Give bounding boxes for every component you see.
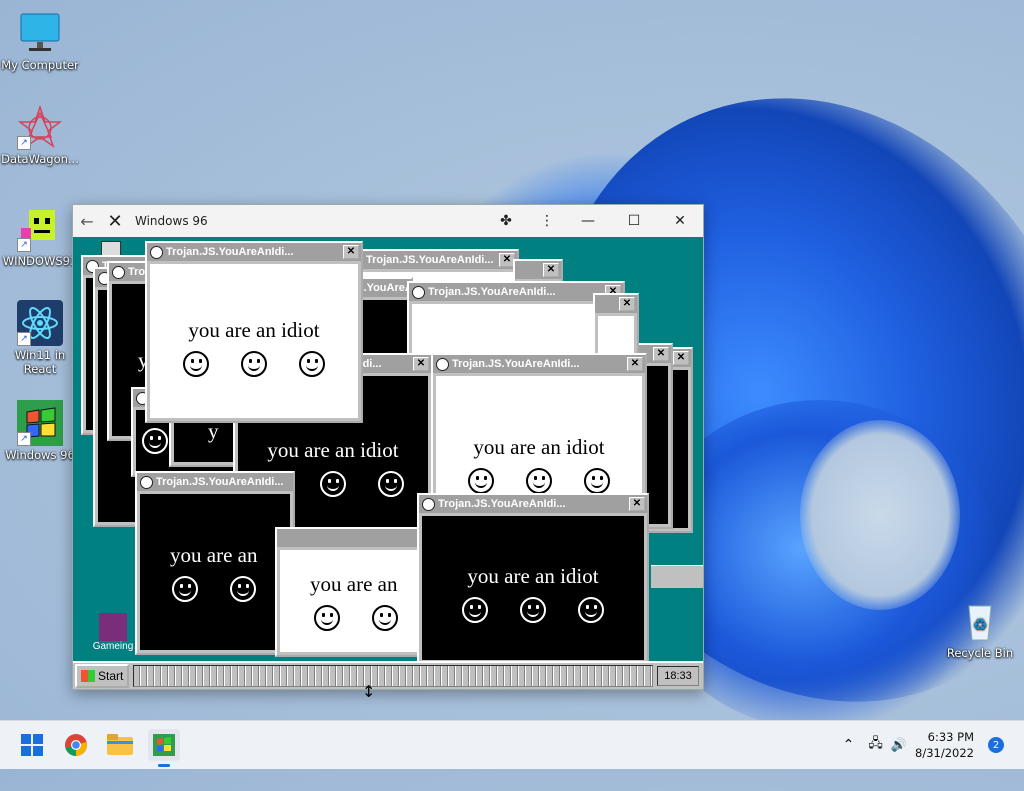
w96-icon-gameing[interactable]: Gameing [87,613,139,652]
svg-text:♻: ♻ [973,615,987,634]
file-explorer-icon[interactable] [104,729,136,761]
smiley-row [468,467,610,494]
recycle-bin-icon: ♻ [957,598,1003,644]
taskbar-clock[interactable]: 6:33 PM 8/31/2022 [915,729,974,761]
maximize-button[interactable]: ☐ [611,205,657,237]
desktop-icon-win11-react[interactable]: ↗ Win11 in React [0,300,80,376]
windows96-taskbar-icon[interactable] [148,729,180,767]
popup-message: you are an idiot [473,434,605,459]
smiley-icon [520,596,546,623]
smiley-icon [241,350,267,377]
close-x-icon[interactable]: ✕ [101,207,129,235]
popup-window[interactable]: you are an [275,527,425,657]
popup-window[interactable]: Trojan.JS.YouAreAnIdi... you are an [135,471,295,655]
popup-close-button[interactable]: ✕ [413,357,429,371]
popup-close-button[interactable]: ✕ [673,351,689,365]
popup-message: you are an [170,542,258,567]
popup-message: you are an idiot [188,317,320,342]
popup-close-button[interactable]: ✕ [627,357,643,371]
w96-start-button[interactable]: Start [75,664,130,688]
game-icon [99,613,127,641]
popup-message: you are an idiot [467,563,599,588]
popup-message: you are an idiot [267,437,399,462]
smiley-icon [314,604,340,631]
desktop-icon-windows93[interactable]: ↗ WINDOWS93 [0,206,80,268]
smiley-icon [372,604,398,631]
popup-message: you are an [310,571,398,596]
popup-close-button[interactable]: ✕ [619,297,635,311]
smiley-icon [378,470,404,497]
popup-close-button[interactable]: ✕ [653,347,669,361]
clock-date: 8/31/2022 [915,746,974,760]
smiley-icon [578,596,604,623]
pixel-ghost-icon: ↗ [17,206,63,252]
start-windows-icon[interactable] [16,729,48,761]
w96-taskbar: Start 18:33 [73,661,703,689]
smiley-icon [172,575,198,602]
browser-titlebar[interactable]: ← ✕ Windows 96 ✤ ⋮ — ☐ ✕ [73,205,703,237]
system-tray: ⌃ 🖧 🔊 6:33 PM 8/31/2022 2 [843,721,1024,769]
w96-task-list[interactable] [133,665,653,687]
windows96-desktop[interactable]: Trojan.JS.YouAreAnIdi... Trojan.JS.YouAr… [73,237,703,689]
close-button[interactable]: ✕ [657,205,703,237]
browser-title: Windows 96 [135,214,208,228]
star-logo-icon: ↗ [17,104,63,150]
windows96-logo-icon: ↗ [17,400,63,446]
smiley-icon [183,350,209,377]
back-arrow-icon[interactable]: ← [73,207,101,235]
popup-window[interactable]: Trojan.JS.YouAreAnIdi...✕ you are an idi… [145,241,363,423]
windows-flag-icon [81,670,95,682]
resize-cursor-icon: ↕ [362,682,376,701]
desktop-icon-label: WINDOWS93 [2,254,78,268]
wallpaper-bloom [800,420,960,610]
smiley-row [314,604,398,631]
taskbar: ⌃ 🖧 🔊 6:33 PM 8/31/2022 2 [0,720,1024,769]
notification-badge[interactable]: 2 [988,737,1004,753]
smiley-icon [526,467,552,494]
desktop-icon-label: Windows 96 [5,448,75,462]
smiley-icon [584,467,610,494]
volume-icon[interactable]: 🔊 [891,738,907,753]
smiley-icon [462,596,488,623]
desktop-icon-recycle-bin[interactable]: ♻ Recycle Bin [940,598,1020,660]
desktop-icon-windows96[interactable]: ↗ Windows 96 [0,400,80,462]
desktop-icon-my-computer[interactable]: My Computer [0,10,80,72]
popup-close-button[interactable]: ✕ [543,263,559,277]
browser-window[interactable]: ← ✕ Windows 96 ✤ ⋮ — ☐ ✕ Trojan.JS.YouAr… [72,204,704,690]
popup-close-button[interactable]: ✕ [629,497,645,511]
puzzle-icon[interactable]: ✤ [483,205,529,237]
smiley-icon [468,467,494,494]
w96-clock: 18:33 [657,666,699,686]
network-icon[interactable]: 🖧 [868,734,883,756]
smiley-icon [320,470,346,497]
monitor-icon [17,10,63,56]
chrome-icon[interactable] [60,729,92,761]
react-atom-icon: ↗ [17,300,63,346]
w96-window-fragment [651,565,703,588]
smiley-row [183,350,325,377]
chevron-up-icon[interactable]: ⌃ [843,737,855,753]
desktop-icon-label: My Computer [1,58,79,72]
desktop-icon-label: Recycle Bin [946,646,1014,660]
kebab-icon[interactable]: ⋮ [529,205,565,237]
desktop-icon-label: Win11 in React [14,348,66,376]
popup-close-button[interactable]: ✕ [343,245,359,259]
minimize-button[interactable]: — [565,205,611,237]
smiley-icon [299,350,325,377]
desktop-icon-datawagon[interactable]: ↗ DataWagon... [0,104,80,166]
smiley-row [172,575,256,602]
popup-window[interactable]: Trojan.JS.YouAreAnIdi...✕ you are an idi… [417,493,649,665]
clock-time: 6:33 PM [927,730,974,744]
desktop-icon-label: DataWagon... [1,152,79,166]
smiley-icon [230,575,256,602]
smiley-row [462,596,604,623]
